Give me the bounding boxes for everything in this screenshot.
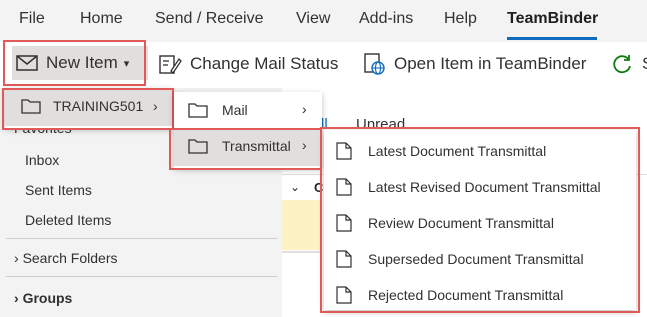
menu-bar: File Home Send / Receive View Add-ins He… [0, 0, 647, 42]
chevron-right-icon: › [14, 250, 19, 266]
menu-teambinder[interactable]: TeamBinder [507, 10, 598, 28]
menu-send-receive[interactable]: Send / Receive [155, 10, 264, 28]
groups-label: Groups [22, 290, 73, 306]
change-mail-status-label: Change Mail Status [190, 54, 339, 73]
transmittal-highlight [169, 128, 322, 170]
menu-item-mail[interactable]: Mail [188, 102, 248, 118]
folder-icon [188, 102, 208, 118]
training501-highlight [2, 88, 174, 130]
nav-inbox[interactable]: Inbox [25, 152, 59, 168]
nav-divider [6, 238, 278, 239]
nav-sent-items[interactable]: Sent Items [25, 182, 92, 198]
nav-divider-2 [6, 276, 278, 277]
refresh-icon [610, 52, 642, 76]
mail-label: Mail [222, 102, 248, 118]
chevron-right-icon: › [14, 290, 19, 306]
menu-add-ins[interactable]: Add-ins [359, 10, 413, 28]
unread-message-row[interactable] [282, 200, 322, 250]
search-folders-label: Search Folders [22, 250, 118, 266]
nav-deleted-items[interactable]: Deleted Items [25, 212, 111, 228]
open-item-label: Open Item in TeamBinder [394, 54, 587, 73]
menu-view[interactable]: View [296, 10, 330, 28]
new-item-highlight [3, 40, 146, 86]
globe-open-icon [362, 52, 394, 76]
menu-help[interactable]: Help [444, 10, 477, 28]
open-item-button[interactable]: Open Item in TeamBinder [362, 50, 586, 78]
change-mail-status-button[interactable]: Change Mail Status [158, 50, 338, 78]
chevron-right-icon: › [302, 101, 307, 117]
menu-home[interactable]: Home [80, 10, 123, 28]
refresh-label-partial: S [642, 54, 647, 74]
edit-status-icon [158, 52, 190, 76]
menu-file[interactable]: File [19, 10, 45, 28]
row-divider [282, 251, 322, 253]
transmittal-types-highlight [320, 127, 640, 313]
active-tab-indicator [507, 37, 597, 40]
nav-groups[interactable]: › Groups [14, 290, 72, 306]
refresh-button[interactable]: S [610, 50, 647, 78]
nav-search-folders[interactable]: › Search Folders [14, 250, 118, 266]
chevron-down-icon[interactable]: ⌄ [290, 180, 300, 194]
